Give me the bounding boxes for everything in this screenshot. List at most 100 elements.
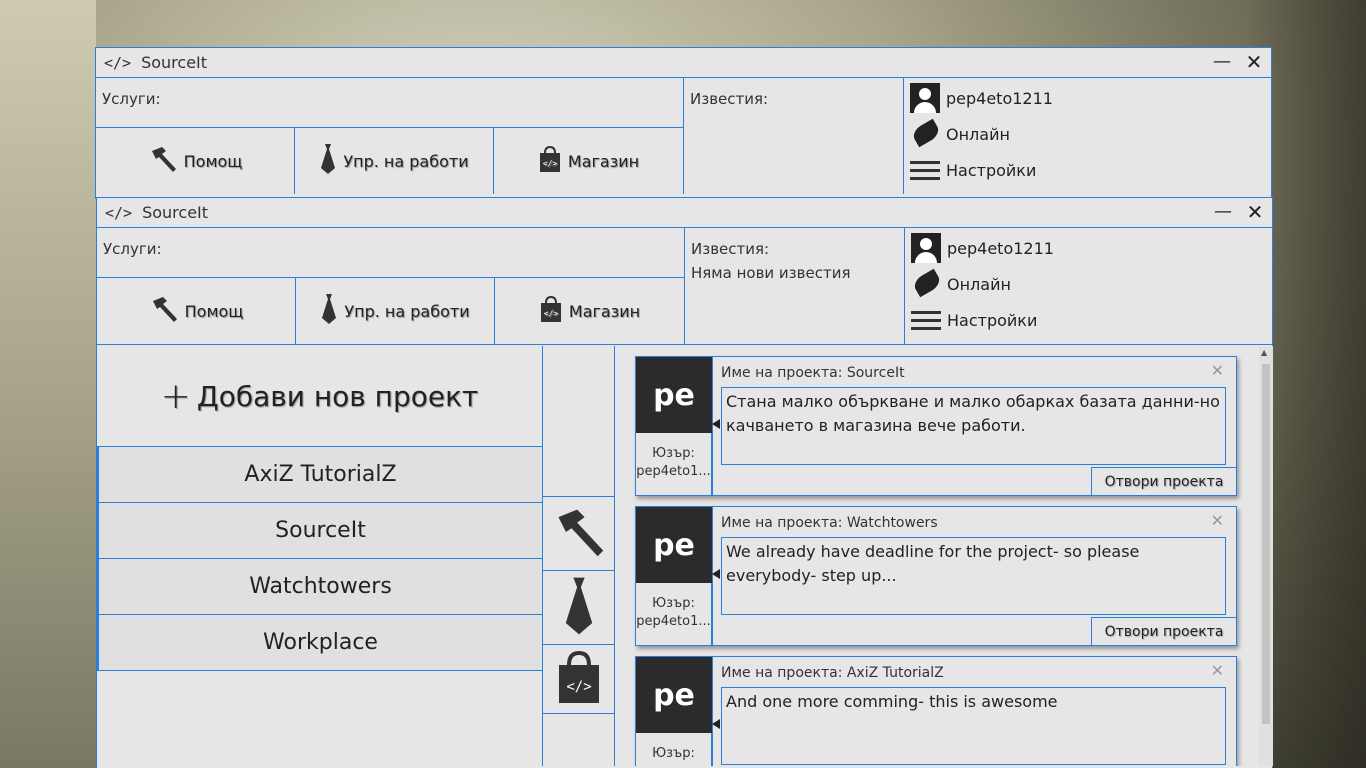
code-icon: </> <box>105 203 133 222</box>
jobs-icon-button[interactable] <box>543 570 615 644</box>
card-user-info: Юзър: pep4eto1... <box>636 583 712 645</box>
user-name: pep4eto1... <box>636 464 711 479</box>
card-user-info: Юзър: <box>636 733 712 766</box>
user-avatar-icon <box>911 233 941 263</box>
notifications-section: Известия: <box>684 78 904 194</box>
feed-scrollbar[interactable]: ▲ <box>1259 346 1273 766</box>
divider <box>712 657 713 766</box>
card-message: Стана малко объркване и малко обарках ба… <box>721 387 1226 465</box>
status-label: Онлайн <box>947 274 1011 294</box>
open-project-button[interactable]: Отвори проекта <box>1091 617 1236 645</box>
user-avatar-icon <box>910 83 940 113</box>
menu-icon <box>910 160 940 180</box>
hammer-icon <box>148 145 178 177</box>
project-item-sourceit[interactable]: SourceIt <box>97 503 542 559</box>
help-button-label: Помощ <box>183 151 243 171</box>
user-status[interactable]: Онлайн <box>906 116 1272 152</box>
hammer-icon <box>149 295 179 327</box>
help-button[interactable]: Помощ <box>96 128 295 194</box>
feed-card: pe Юзър: pep4eto1... Име на проекта: Sou… <box>635 356 1237 496</box>
minimize-button[interactable]: — <box>1212 200 1234 224</box>
status-leaf-icon <box>911 270 941 298</box>
jobs-button-label: Упр. на работи <box>343 151 469 171</box>
store-button[interactable]: </> Магазин <box>495 278 685 344</box>
shopping-bag-icon: </> <box>539 295 563 327</box>
project-item-watchtowers[interactable]: Watchtowers <box>97 559 542 615</box>
help-button[interactable]: Помощ <box>97 278 296 344</box>
close-button[interactable]: ✕ <box>1243 50 1265 74</box>
shopping-bag-icon: </> <box>555 645 603 713</box>
scrollbar-thumb[interactable] <box>1262 364 1270 724</box>
jobs-button[interactable]: Упр. на работи <box>296 278 495 344</box>
close-card-button[interactable]: ✕ <box>1211 511 1224 530</box>
services-section: Услуги: <box>97 228 685 278</box>
back-window: </> SourceIt — ✕ Услуги: Помощ Упр. на р… <box>95 47 1272 199</box>
close-card-button[interactable]: ✕ <box>1211 661 1224 680</box>
services-label: Услуги: <box>102 90 161 108</box>
notifications-label: Известия: <box>691 240 770 258</box>
close-card-button[interactable]: ✕ <box>1211 361 1224 380</box>
titlebar: </> SourceIt — ✕ <box>97 198 1272 228</box>
scroll-up-icon[interactable]: ▲ <box>1261 348 1267 357</box>
card-user-info: Юзър: pep4eto1... <box>636 433 712 495</box>
desktop-wallpaper <box>0 0 96 768</box>
services-label: Услуги: <box>103 240 162 258</box>
status-label: Онлайн <box>946 124 1010 144</box>
jobs-button[interactable]: Упр. на работи <box>295 128 494 194</box>
user-panel: pep4eto1211 Онлайн Настройки <box>906 80 1272 188</box>
projects-panel: + Добави нов проект AxiZ TutorialZ Sourc… <box>97 346 543 766</box>
store-button-label: Магазин <box>568 301 641 321</box>
settings-link[interactable]: Настройки <box>907 302 1273 338</box>
hammer-icon <box>551 504 607 564</box>
card-message: We already have deadline for the project… <box>721 537 1226 615</box>
card-message: And one more comming- this is awesome <box>721 687 1226 765</box>
add-project-button[interactable]: + Добави нов проект <box>97 346 542 447</box>
feed-card: pe Юзър: Име на проекта: AxiZ TutorialZ … <box>635 656 1237 766</box>
service-icon-column: </> <box>543 346 615 766</box>
project-item-workplace[interactable]: Workplace <box>97 615 542 671</box>
user-profile[interactable]: pep4eto1211 <box>907 230 1273 266</box>
help-button-label: Помощ <box>184 301 244 321</box>
username: pep4eto1211 <box>946 88 1053 108</box>
close-button[interactable]: ✕ <box>1244 200 1266 224</box>
shopping-bag-icon: </> <box>538 145 562 177</box>
user-name: pep4eto1... <box>636 614 711 629</box>
window-title: SourceIt <box>141 53 208 72</box>
open-project-button[interactable]: Отвори проекта <box>1091 467 1236 495</box>
tie-icon <box>319 144 337 178</box>
user-label: Юзър: <box>652 446 695 461</box>
help-icon-button[interactable] <box>543 496 615 570</box>
project-name: Име на проекта: AxiZ TutorialZ <box>721 665 944 681</box>
minimize-button[interactable]: — <box>1211 50 1233 74</box>
notifications-label: Известия: <box>690 90 769 108</box>
svg-text:</>: </> <box>543 159 558 168</box>
store-button[interactable]: </> Магазин <box>494 128 684 194</box>
menu-icon <box>911 310 941 330</box>
window-title: SourceIt <box>142 203 209 222</box>
notifications-section: Известия: Няма нови известия <box>685 228 905 344</box>
services-section: Услуги: <box>96 78 684 128</box>
username: pep4eto1211 <box>947 238 1054 258</box>
tie-icon <box>320 294 338 328</box>
feed-card: pe Юзър: pep4eto1... Име на проекта: Wat… <box>635 506 1237 646</box>
jobs-button-label: Упр. на работи <box>344 301 470 321</box>
svg-text:</>: </> <box>566 679 591 695</box>
store-icon-button[interactable]: </> <box>543 644 615 714</box>
settings-link[interactable]: Настройки <box>906 152 1272 188</box>
top-panel: Услуги: Помощ Упр. на работи </> Магазин… <box>97 228 1272 345</box>
tie-icon <box>562 573 596 643</box>
project-name: Име на проекта: SourceIt <box>721 365 905 381</box>
main-window: </> SourceIt — ✕ Услуги: Помощ Упр. на р… <box>96 197 1273 768</box>
pointer-arrow-icon <box>712 719 720 729</box>
project-item-axiz[interactable]: AxiZ TutorialZ <box>97 447 542 503</box>
user-status[interactable]: Онлайн <box>907 266 1273 302</box>
user-initials-avatar: pe <box>636 507 712 583</box>
user-initials-avatar: pe <box>636 357 712 433</box>
user-profile[interactable]: pep4eto1211 <box>906 80 1272 116</box>
news-feed: pe Юзър: pep4eto1... Име на проекта: Sou… <box>615 346 1273 766</box>
settings-label: Настройки <box>947 310 1038 330</box>
user-panel: pep4eto1211 Онлайн Настройки <box>907 230 1273 338</box>
status-leaf-icon <box>910 120 940 148</box>
notifications-empty-text: Няма нови известия <box>691 264 851 282</box>
code-icon: </> <box>104 53 132 72</box>
